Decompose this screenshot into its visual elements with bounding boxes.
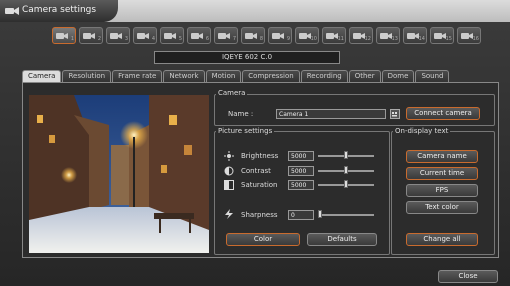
contrast-label: Contrast	[241, 167, 271, 175]
camera-icon	[83, 33, 95, 39]
camera-icon	[5, 7, 19, 15]
camera-number: 6	[205, 36, 209, 42]
close-button[interactable]: Close	[438, 270, 498, 283]
sharpness-slider[interactable]	[318, 214, 374, 216]
tab-sound[interactable]: Sound	[415, 70, 450, 82]
camera-select-button[interactable]: 2	[79, 27, 103, 44]
camera-icon	[164, 33, 176, 39]
camera-select-button[interactable]: 9	[268, 27, 292, 44]
camera-select-button[interactable]: 8	[241, 27, 265, 44]
saturation-slider-knob[interactable]	[344, 180, 348, 188]
tab-network[interactable]: Network	[163, 70, 205, 82]
connect-camera-button[interactable]: Connect camera	[406, 107, 480, 120]
brightness-label: Brightness	[241, 152, 279, 160]
camera-icon	[380, 33, 392, 39]
contrast-slider-knob[interactable]	[344, 166, 348, 174]
camera-select-button[interactable]: 10	[295, 27, 319, 44]
tab-other[interactable]: Other	[348, 70, 381, 82]
color-button[interactable]: Color	[226, 233, 300, 246]
camera-select-button[interactable]: 15	[430, 27, 454, 44]
camera-icon	[191, 33, 203, 39]
video-preview	[29, 95, 209, 253]
camera-number: 14	[418, 36, 425, 42]
tab-camera[interactable]: Camera	[22, 70, 62, 82]
sharpness-slider-knob[interactable]	[318, 210, 322, 218]
camera-select-button[interactable]: 4	[133, 27, 157, 44]
camera-select-button[interactable]: 6	[187, 27, 211, 44]
camera-select-button[interactable]: 3	[106, 27, 130, 44]
title-bar: Camera settings	[0, 0, 510, 22]
settings-tabs: Camera Resolution Frame rate Network Motion C…	[22, 70, 450, 82]
title-tab: Camera settings	[0, 0, 118, 22]
camera-number: 15	[445, 36, 452, 42]
tab-compression[interactable]: Compression	[242, 70, 300, 82]
camera-icon	[434, 33, 446, 39]
camera-number: 8	[259, 36, 263, 42]
camera-icon	[245, 33, 257, 39]
camera-number: 12	[364, 36, 371, 42]
name-label: Name :	[228, 110, 254, 118]
camera-icon	[137, 33, 149, 39]
camera-group-title: Camera	[216, 89, 248, 97]
camera-number: 13	[391, 36, 398, 42]
camera-select-button[interactable]: 7	[214, 27, 238, 44]
camera-icon	[353, 33, 365, 39]
contrast-icon	[224, 166, 234, 176]
tab-resolution[interactable]: Resolution	[62, 70, 112, 82]
camera-select-button[interactable]: 14	[403, 27, 427, 44]
brightness-value[interactable]: 5000	[288, 151, 314, 161]
camera-icon	[110, 33, 122, 39]
camera-number: 1	[70, 36, 74, 42]
camera-number: 5	[178, 36, 182, 42]
sharpness-value[interactable]: 0	[288, 210, 314, 220]
camera-model-field: IQEYE 602 C.0	[154, 51, 340, 64]
sharpness-label: Sharpness	[241, 211, 278, 219]
current-time-button[interactable]: Current time	[406, 167, 478, 180]
camera-name-input[interactable]: Camera 1	[276, 109, 386, 119]
saturation-value[interactable]: 5000	[288, 180, 314, 190]
fps-button[interactable]: FPS	[406, 184, 478, 197]
camera-number: 3	[124, 36, 128, 42]
camera-icon	[299, 33, 311, 39]
saturation-label: Saturation	[241, 181, 278, 189]
sharpness-icon	[225, 209, 233, 219]
camera-number: 2	[97, 36, 101, 42]
camera-number: 11	[337, 36, 344, 42]
camera-select-button[interactable]: 13	[376, 27, 400, 44]
defaults-button[interactable]: Defaults	[307, 233, 377, 246]
camera-icon	[56, 33, 68, 39]
camera-selector-row: 1 2 3 4 5 6 7 8 9 10 11 12 13 14 15 16	[52, 27, 481, 45]
tab-dome[interactable]: Dome	[381, 70, 415, 82]
camera-select-button[interactable]: 1	[52, 27, 76, 44]
camera-icon	[461, 33, 473, 39]
tab-recording[interactable]: Recording	[300, 70, 348, 82]
tab-frame-rate[interactable]: Frame rate	[112, 70, 163, 82]
camera-select-button[interactable]: 11	[322, 27, 346, 44]
saturation-icon	[224, 180, 234, 190]
camera-number: 10	[310, 36, 317, 42]
keyboard-icon[interactable]	[390, 109, 400, 119]
tab-motion[interactable]: Motion	[205, 70, 242, 82]
camera-number: 16	[472, 36, 479, 42]
camera-select-button[interactable]: 5	[160, 27, 184, 44]
on-display-text-title: On-display text	[393, 127, 451, 135]
picture-settings-title: Picture settings	[216, 127, 275, 135]
camera-icon	[407, 33, 419, 39]
camera-name-button[interactable]: Camera name	[406, 150, 478, 163]
camera-select-button[interactable]: 16	[457, 27, 481, 44]
camera-icon	[326, 33, 338, 39]
brightness-icon	[224, 151, 234, 161]
camera-number: 4	[151, 36, 155, 42]
window-title: Camera settings	[22, 5, 97, 15]
camera-select-button[interactable]: 12	[349, 27, 373, 44]
camera-number: 9	[286, 36, 290, 42]
brightness-slider-knob[interactable]	[344, 151, 348, 159]
text-color-button[interactable]: Text color	[406, 201, 478, 214]
camera-settings-window: Camera settings 1 2 3 4 5 6 7 8 9 10 11 12 13 14 15 16 …	[0, 0, 510, 286]
camera-icon	[218, 33, 230, 39]
contrast-value[interactable]: 5000	[288, 166, 314, 176]
camera-number: 7	[232, 36, 236, 42]
change-all-button[interactable]: Change all	[406, 233, 478, 246]
camera-icon	[272, 33, 284, 39]
